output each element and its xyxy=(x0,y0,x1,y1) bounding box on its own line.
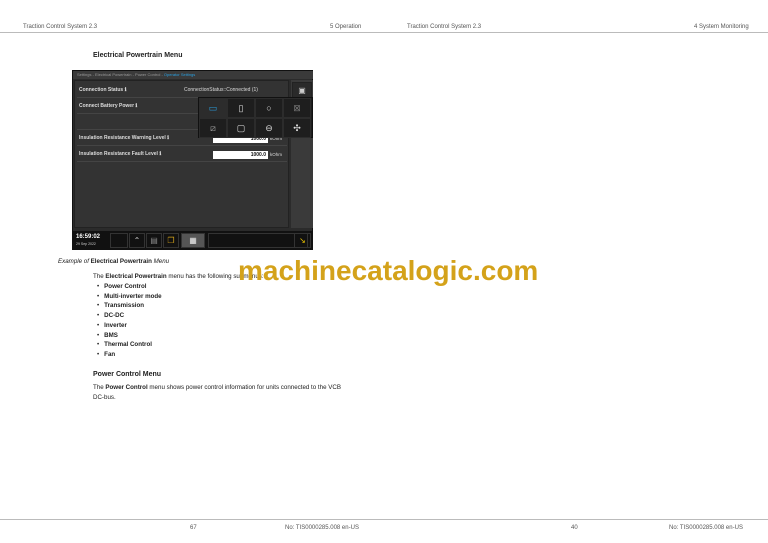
footer-rule xyxy=(0,519,768,520)
row-label: Connection Status xyxy=(79,87,124,93)
footer-left-doc: No: TIS0000285.008 en-US xyxy=(285,525,359,531)
bms-icon[interactable]: ▢ xyxy=(227,118,255,138)
fault-level-input[interactable]: 1000.0 xyxy=(213,151,268,159)
footer-right-doc: No: TIS0000285.008 en-US xyxy=(669,525,743,531)
fan-icon[interactable]: ✣ xyxy=(283,118,311,138)
figure-caption: Example of Electrical Powertrain Menu xyxy=(58,258,169,265)
row-value: ConnectionStatus::Connected (1) xyxy=(184,87,258,93)
list-item: BMS xyxy=(97,332,118,339)
up-arrow-icon[interactable]: ⌃ xyxy=(129,233,145,248)
hmi-screenshot: Settings - Electrical Powertrain - Power… xyxy=(72,70,313,250)
intro-prefix: The xyxy=(93,273,106,280)
battery-icon[interactable]: ▭ xyxy=(199,98,227,118)
clock-time: 16:59:02 xyxy=(76,234,101,240)
menu-grid-icon[interactable]: ▦ xyxy=(181,233,205,248)
row-label: Connect Battery Power xyxy=(79,103,135,109)
header-right-title: Traction Control System 2.3 xyxy=(407,24,482,30)
caption-suffix: Menu xyxy=(151,258,170,265)
thermal-icon[interactable]: ⊖ xyxy=(255,118,283,138)
header-left-section: 5 Operation xyxy=(330,24,362,30)
row-connection-status: Connection Status ℹ ConnectionStatus::Con… xyxy=(77,83,287,98)
pages-icon[interactable]: ❐ xyxy=(163,233,179,248)
row-label: Insulation Resistance Warning Level xyxy=(79,135,166,141)
list-item: Fan xyxy=(97,351,115,358)
watermark: machinecatalogic.com xyxy=(238,255,539,286)
power-control-heading: Power Control Menu xyxy=(93,371,162,378)
caption-bold: Electrical Powertrain xyxy=(90,258,152,265)
status-slot xyxy=(110,233,128,248)
info-icon[interactable]: ℹ xyxy=(135,103,137,109)
intro-bold: Electrical Powertrain xyxy=(105,273,167,280)
list-item: Thermal Control xyxy=(97,341,152,348)
clock-date: 29 Sep 2022 xyxy=(76,242,96,246)
display-icon[interactable]: ▤ xyxy=(146,233,162,248)
caption-prefix: Example of xyxy=(58,258,91,265)
unit: kOhm xyxy=(270,152,283,157)
breadcrumb-path: Settings - Electrical Powertrain - Power… xyxy=(77,72,164,77)
dc-dc-icon[interactable]: ▯ xyxy=(227,98,255,118)
inverter-ring-icon[interactable]: ○ xyxy=(255,98,283,118)
info-icon[interactable]: ℹ xyxy=(167,135,169,141)
list-item: Transmission xyxy=(97,302,144,309)
list-item: Power Control xyxy=(97,283,146,290)
row-insulation-fault: Insulation Resistance Fault Level ℹ 1000… xyxy=(77,147,287,162)
submenu-popup: ▭ ▯ ○ ⊠ ⧄ ▢ ⊖ ✣ xyxy=(198,97,313,138)
row-label: Insulation Resistance Fault Level xyxy=(79,151,158,157)
pc-line2: DC-bus. xyxy=(93,394,116,401)
pc-prefix: The xyxy=(93,384,106,391)
dc-converter-icon[interactable]: ⧄ xyxy=(199,118,227,138)
status-bar: 16:59:02 29 Sep 2022 ⌃ ▤ ❐ ▦ ↘ xyxy=(73,231,313,250)
header-left-title: Traction Control System 2.3 xyxy=(23,24,98,30)
list-item: DC-DC xyxy=(97,312,124,319)
list-item: Multi-inverter mode xyxy=(97,293,161,300)
transmission-icon[interactable]: ⊠ xyxy=(283,98,311,118)
section-title: Electrical Powertrain Menu xyxy=(93,52,183,59)
breadcrumb-active: Operator Settings xyxy=(163,72,196,77)
info-icon[interactable]: ℹ xyxy=(125,87,127,93)
power-control-paragraph: The Power Control menu shows power contr… xyxy=(93,383,341,403)
footer-right-page: 40 xyxy=(571,525,578,531)
pc-bold: Power Control xyxy=(105,384,148,391)
pc-line1: menu shows power control information for… xyxy=(147,384,341,391)
header-right-section: 4 System Monitoring xyxy=(694,24,749,30)
breadcrumb: Settings - Electrical Powertrain - Power… xyxy=(73,71,313,79)
status-slots xyxy=(208,233,308,248)
footer-left-page: 67 xyxy=(190,525,197,531)
machine-icon[interactable]: ↘ xyxy=(294,233,311,248)
info-icon[interactable]: ℹ xyxy=(159,151,161,157)
header-rule xyxy=(0,32,768,33)
list-item: Inverter xyxy=(97,322,127,329)
